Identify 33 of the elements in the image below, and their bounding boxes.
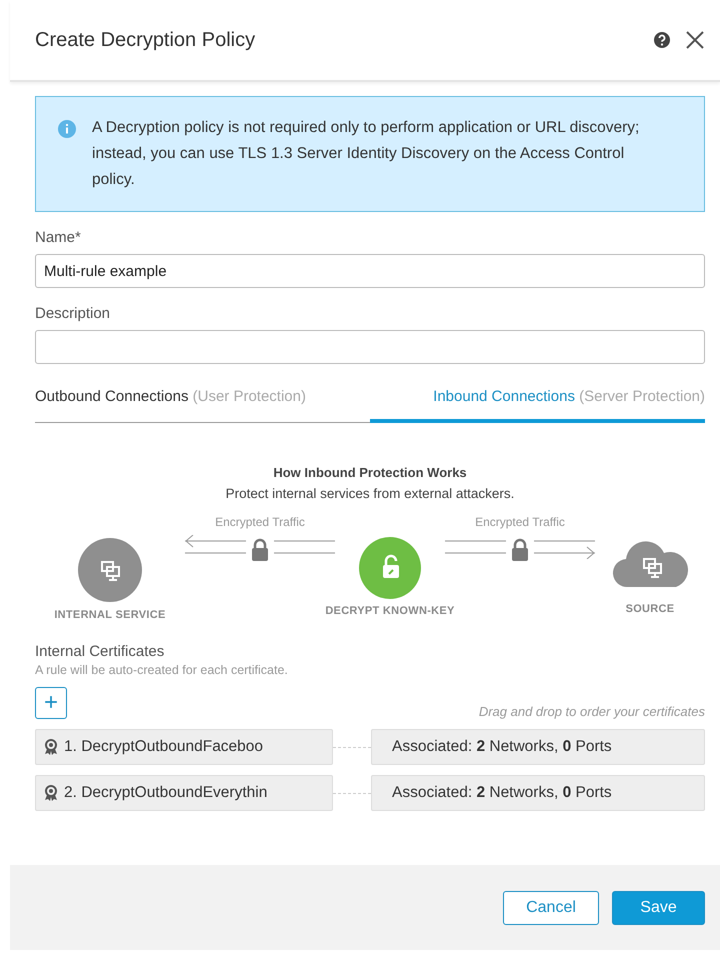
association-summary: Associated: 2 Networks, 0 Ports [371, 775, 705, 811]
certificate-item[interactable]: 1. DecryptOutboundFaceboo [35, 729, 333, 765]
node-label: INTERNAL SERVICE [54, 609, 166, 621]
info-text: A Decryption policy is not required only to perform application or URL discovery; instead, you can use TLS 1.3 Server Identity Discovery on the Access Control policy. [92, 118, 640, 190]
diagram-title: How Inbound Protection Works [272, 465, 468, 480]
decrypt-node-icon [359, 537, 421, 599]
text-field[interactable]: Multi-rule example [35, 254, 705, 288]
padlock-icon [510, 538, 530, 562]
section-subtitle: A rule will be auto-created for each certificate. [35, 663, 289, 677]
association-summary: Associated: 2 Networks, 0 Ports [371, 729, 705, 765]
info-icon [58, 120, 76, 138]
text-field[interactable] [35, 330, 705, 364]
field-label: Name* [35, 229, 82, 246]
drag-hint: Drag and drop to order your certificates [478, 704, 705, 719]
close-icon[interactable] [685, 30, 705, 50]
traffic-label: Encrypted Traffic [215, 515, 305, 529]
add-button[interactable]: + [35, 687, 67, 719]
diagram-subtitle: Protect internal services from external attackers. [224, 486, 516, 501]
server-node-icon [77, 537, 143, 603]
section-title: Internal Certificates [35, 643, 166, 660]
help-icon[interactable] [653, 31, 671, 49]
award-icon [44, 739, 58, 755]
award-icon [44, 785, 58, 801]
traffic-label: Encrypted Traffic [475, 515, 565, 529]
node-label: SOURCE [626, 603, 674, 615]
tab[interactable]: Outbound Connections (User Protection) [35, 388, 370, 423]
certificate-item[interactable]: 2. DecryptOutboundEverythin [35, 775, 333, 811]
dialog-title: Create Decryption Policy [35, 28, 256, 52]
tab[interactable]: Inbound Connections (Server Protection) [370, 388, 705, 423]
padlock-icon [250, 538, 270, 562]
node-label: DECRYPT KNOWN-KEY [325, 605, 455, 617]
cancel-button[interactable]: Cancel [503, 890, 599, 924]
field-label: Description [35, 305, 112, 322]
